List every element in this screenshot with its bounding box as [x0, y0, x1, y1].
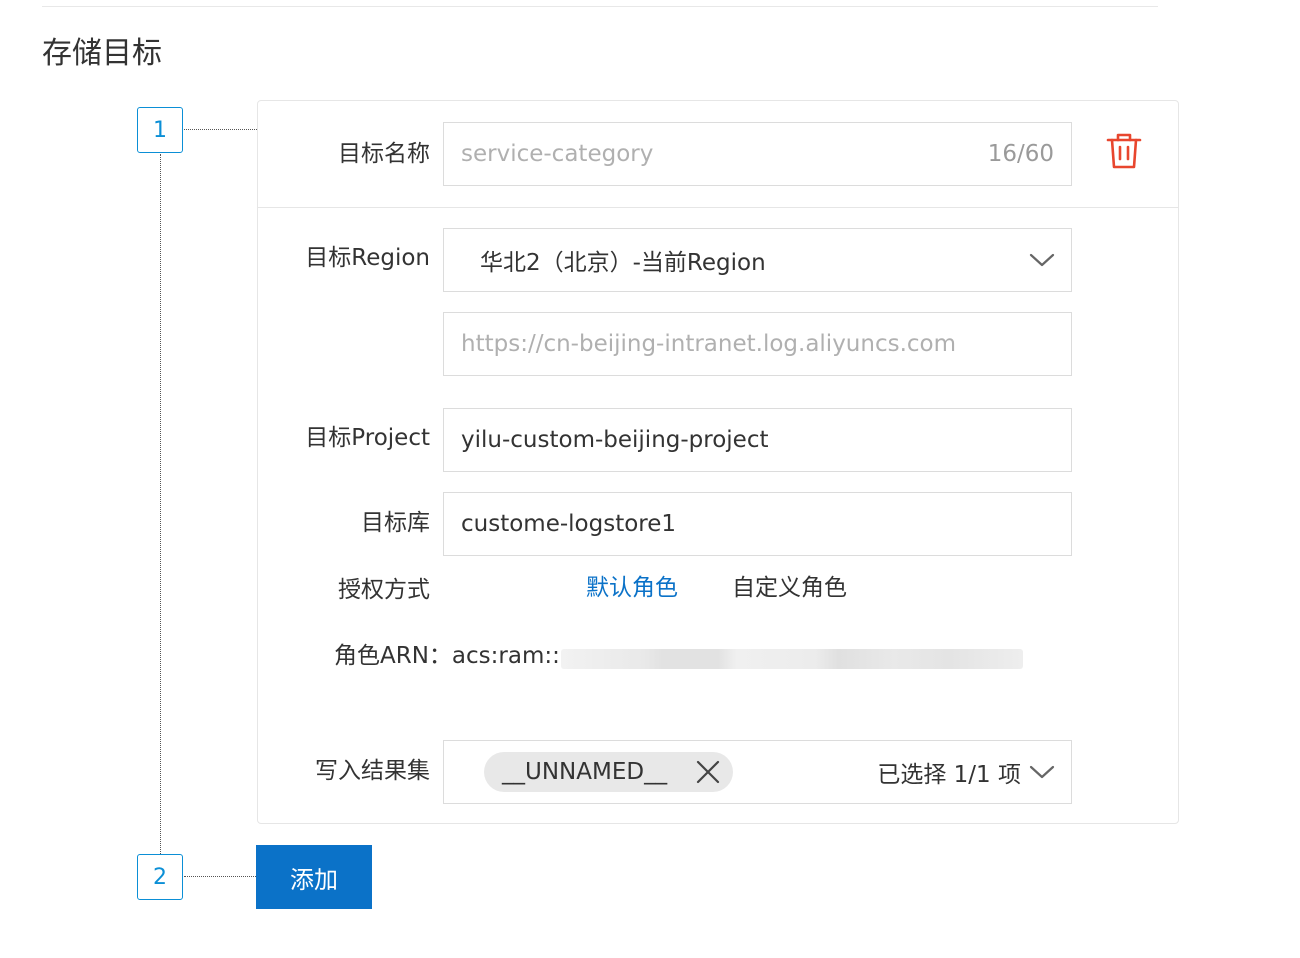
result-set-label: 写入结果集 — [315, 758, 430, 784]
result-set-tag: __UNNAMED__ — [484, 752, 734, 792]
section-title: 存储目标 — [42, 36, 162, 71]
target-name-placeholder: service-category — [461, 141, 654, 167]
result-set-select[interactable]: __UNNAMED__ 已选择 1/1 项 — [443, 740, 1072, 804]
target-name-char-count: 16/60 — [987, 141, 1054, 167]
step-marker-2: 2 — [137, 854, 183, 900]
target-store-label: 目标库 — [361, 510, 430, 536]
target-store-input[interactable]: custome-logstore1 — [443, 492, 1072, 556]
auth-method-label: 授权方式 — [338, 577, 430, 603]
target-name-label: 目标名称 — [338, 141, 430, 167]
endpoint-placeholder: https://cn-beijing-intranet.log.aliyuncs… — [461, 331, 957, 357]
result-set-tag-label: __UNNAMED__ — [502, 759, 668, 785]
target-region-label: 目标Region — [305, 245, 430, 271]
step-2-connector — [184, 876, 256, 877]
target-name-input[interactable]: service-category 16/60 — [443, 122, 1072, 186]
add-target-button[interactable]: 添加 — [256, 845, 372, 909]
chevron-down-icon — [1029, 765, 1055, 779]
step-connector-vertical — [160, 154, 161, 854]
storage-target-card: 目标名称 service-category 16/60 目标Region 华北2… — [257, 100, 1179, 824]
role-arn-row: 角色ARN：acs:ram:: — [334, 641, 560, 671]
role-arn-redacted — [561, 649, 1023, 669]
target-region-value: 华北2（北京）-当前Region — [480, 250, 766, 276]
auth-default-role-option[interactable]: 默认角色 — [586, 573, 678, 603]
endpoint-input[interactable]: https://cn-beijing-intranet.log.aliyuncs… — [443, 312, 1072, 376]
role-arn-label: 角色ARN： — [334, 643, 452, 669]
chevron-down-icon — [1029, 253, 1055, 267]
role-arn-value: acs:ram:: — [451, 643, 560, 669]
target-project-label: 目标Project — [305, 425, 430, 451]
trash-icon[interactable] — [1104, 131, 1144, 171]
top-divider — [42, 6, 1158, 7]
target-project-value: yilu-custom-beijing-project — [461, 427, 769, 453]
step-1-connector — [184, 129, 257, 130]
auth-custom-role-option[interactable]: 自定义角色 — [732, 573, 847, 603]
target-project-input[interactable]: yilu-custom-beijing-project — [443, 408, 1072, 472]
target-region-select[interactable]: 华北2（北京）-当前Region — [443, 228, 1072, 292]
close-icon[interactable] — [695, 759, 721, 785]
target-store-value: custome-logstore1 — [461, 511, 677, 537]
card-divider — [258, 207, 1178, 208]
result-set-selected-count: 已选择 1/1 项 — [877, 762, 1021, 788]
